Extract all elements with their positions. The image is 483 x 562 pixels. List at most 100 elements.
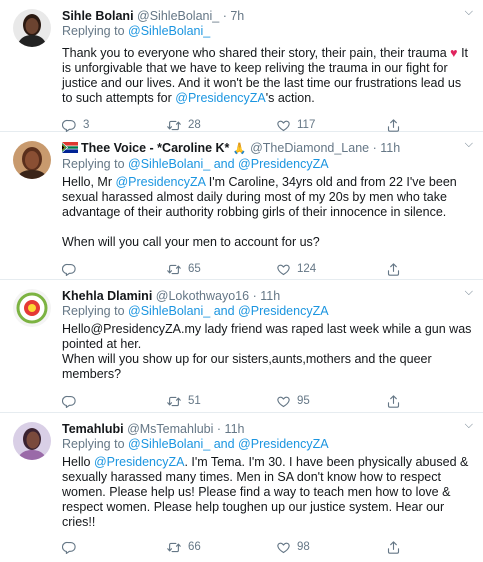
share-button[interactable]	[386, 394, 401, 409]
tweet-text-part: When will you show up for our sisters,au…	[62, 352, 432, 381]
caret-down-icon[interactable]: ⌵	[465, 138, 473, 151]
replying-to: Replying to @SihleBolani_	[62, 24, 473, 39]
share-icon	[386, 540, 401, 555]
avatar[interactable]	[13, 422, 51, 460]
reply-button[interactable]: 3	[62, 118, 166, 133]
reply-button[interactable]	[62, 540, 166, 555]
retweet-count: 51	[188, 395, 201, 407]
display-name[interactable]: Thee Voice - *Caroline K*	[81, 141, 229, 155]
retweet-button[interactable]: 65	[166, 262, 276, 277]
tweet-header: Khehla Dlamini @Lokothwayo16 · 11h	[62, 288, 473, 304]
retweet-icon	[166, 540, 182, 555]
retweet-count: 28	[188, 119, 201, 131]
tweet-text-part: Hello	[62, 455, 94, 469]
handle[interactable]: @SihleBolani_	[137, 9, 219, 23]
reply-button[interactable]	[62, 262, 166, 277]
tweet-text-part: 's action.	[265, 91, 315, 105]
tweet-text: Hello@PresidencyZA.my lady friend was ra…	[62, 322, 473, 382]
tweet-text: Thank you to everyone who shared their s…	[62, 46, 473, 106]
like-icon	[276, 262, 291, 277]
caret-down-icon[interactable]: ⌵	[465, 6, 473, 19]
like-count: 98	[297, 541, 310, 553]
timestamp[interactable]: 7h	[230, 9, 244, 23]
tweet-text-part: Thank you to everyone who shared their s…	[62, 46, 447, 60]
retweet-count: 66	[188, 541, 201, 553]
tweet-khehla-dlamini[interactable]: ⌵ Khehla Dlamini @Lokothwayo16 · 11h Rep…	[0, 280, 483, 413]
tweet-temahlubi[interactable]: ⌵ Temahlubi @MsTemahlubi · 11h Replying …	[0, 413, 483, 545]
display-name[interactable]: Khehla Dlamini	[62, 289, 152, 303]
reply-icon	[62, 118, 77, 133]
like-icon	[276, 118, 291, 133]
like-button[interactable]: 98	[276, 540, 386, 555]
replying-to-mention[interactable]: @PresidencyZA	[238, 157, 329, 171]
tweet-header: Temahlubi @MsTemahlubi · 11h	[62, 421, 473, 437]
share-button[interactable]	[386, 262, 401, 277]
replying-to-mention[interactable]: @SihleBolani_	[128, 304, 210, 318]
timestamp[interactable]: 11h	[380, 141, 400, 155]
like-button[interactable]: 95	[276, 394, 386, 409]
replying-to-and[interactable]: and	[214, 157, 235, 171]
caret-down-icon[interactable]: ⌵	[465, 286, 473, 299]
avatar[interactable]	[13, 9, 51, 47]
replying-to-label: Replying to	[62, 157, 125, 171]
display-name[interactable]: Temahlubi	[62, 422, 124, 436]
replying-to-and[interactable]: and	[214, 437, 235, 451]
reply-button[interactable]	[62, 394, 166, 409]
separator: ·	[222, 9, 227, 23]
tweet-text-part: Hello@PresidencyZA.my lady friend was ra…	[62, 322, 472, 351]
like-count: 95	[297, 395, 310, 407]
reply-icon	[62, 540, 77, 555]
retweet-icon	[166, 262, 182, 277]
retweet-icon	[166, 118, 182, 133]
replying-to: Replying to @SihleBolani_ and @Presidenc…	[62, 157, 473, 172]
share-button[interactable]	[386, 118, 401, 133]
share-button[interactable]	[386, 540, 401, 555]
handle[interactable]: @Lokothwayo16	[156, 289, 249, 303]
retweet-button[interactable]: 51	[166, 394, 276, 409]
reply-icon	[62, 262, 77, 277]
praying-hands-emoji: 🙏	[232, 143, 247, 155]
mention-link[interactable]: @PresidencyZA	[94, 455, 185, 469]
retweet-icon	[166, 394, 182, 409]
share-icon	[386, 118, 401, 133]
timestamp[interactable]: 11h	[225, 422, 245, 436]
share-icon	[386, 262, 401, 277]
tweet-sihle-bolani[interactable]: ⌵ Sihle Bolani @SihleBolani_ · 7h Replyi…	[0, 0, 483, 132]
avatar[interactable]	[13, 141, 51, 179]
mention-link[interactable]: @PresidencyZA	[175, 91, 266, 105]
south-africa-flag-icon	[62, 141, 78, 157]
replying-to-mention[interactable]: @PresidencyZA	[238, 437, 329, 451]
caret-down-icon[interactable]: ⌵	[465, 419, 473, 432]
replying-to-label: Replying to	[62, 437, 125, 451]
retweet-button[interactable]: 66	[166, 540, 276, 555]
replying-to-and[interactable]: and	[214, 304, 235, 318]
separator: ·	[372, 141, 377, 155]
handle[interactable]: @MsTemahlubi	[127, 422, 213, 436]
tweet-text: Hello, Mr @PresidencyZA I'm Caroline, 34…	[62, 175, 473, 250]
mention-link[interactable]: @PresidencyZA	[115, 175, 205, 189]
like-icon	[276, 540, 291, 555]
retweet-count: 65	[188, 263, 201, 275]
replying-to-mention[interactable]: @SihleBolani_	[128, 157, 210, 171]
retweet-button[interactable]: 28	[166, 118, 276, 133]
like-button[interactable]: 117	[276, 118, 386, 133]
replying-to-mention[interactable]: @PresidencyZA	[238, 304, 329, 318]
avatar[interactable]	[13, 289, 51, 327]
tweet-header: Thee Voice - *Caroline K* 🙏 @TheDiamond_…	[62, 140, 473, 157]
like-button[interactable]: 124	[276, 262, 386, 277]
separator: ·	[216, 422, 222, 436]
tweet-caroline-k[interactable]: ⌵ Thee Voice - *Caroline K* 🙏 @TheDiamon…	[0, 132, 483, 280]
replying-to-mention[interactable]: @SihleBolani_	[128, 437, 210, 451]
red-heart-emoji: ♥	[450, 46, 458, 60]
replying-to-label: Replying to	[62, 24, 125, 38]
display-name[interactable]: Sihle Bolani	[62, 9, 134, 23]
tweet-text: Hello @PresidencyZA. I'm Tema. I'm 30. I…	[62, 455, 473, 530]
timestamp[interactable]: 11h	[260, 289, 280, 303]
replying-to-mention[interactable]: @SihleBolani_	[128, 24, 210, 38]
reply-thread: ⌵ Sihle Bolani @SihleBolani_ · 7h Replyi…	[0, 0, 483, 545]
tweet-actions: 51 95	[62, 386, 473, 416]
handle[interactable]: @TheDiamond_Lane	[250, 141, 369, 155]
like-count: 117	[297, 119, 316, 131]
replying-to: Replying to @SihleBolani_ and @Presidenc…	[62, 437, 473, 452]
tweet-text-part: When will you call your men to account f…	[62, 235, 320, 249]
